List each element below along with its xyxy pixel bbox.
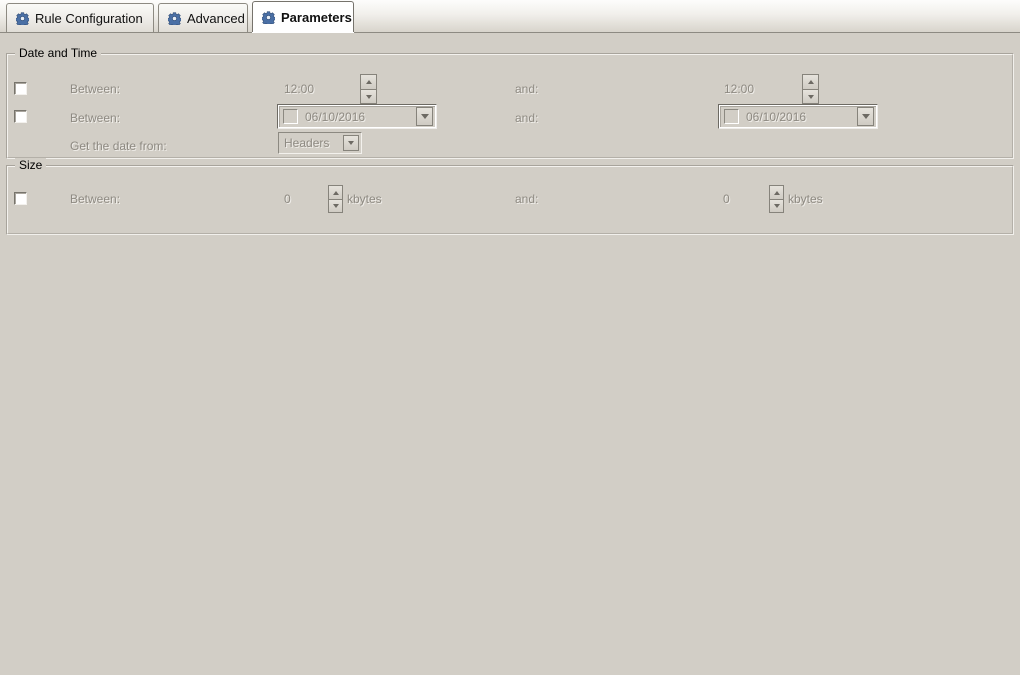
label-size-to-unit: kbytes xyxy=(788,192,823,206)
datepicker-checkbox[interactable] xyxy=(724,109,739,124)
tab-label: Advanced xyxy=(187,10,245,26)
spinner-down-button[interactable] xyxy=(328,199,343,213)
triangle-down-icon xyxy=(332,204,339,208)
spinner-up-button[interactable] xyxy=(802,74,819,89)
triangle-down-icon xyxy=(773,204,780,208)
label-size-from-unit: kbytes xyxy=(347,192,382,206)
parameters-panel: Date and Time Between: 12:00 and: 12:00 … xyxy=(0,33,1020,675)
chevron-down-icon xyxy=(348,141,354,145)
datepicker-value: 06/10/2016 xyxy=(305,109,366,124)
chevron-down-icon xyxy=(420,114,429,119)
gear-icon xyxy=(168,11,181,25)
triangle-up-icon xyxy=(807,80,814,84)
label-size-between: Between: xyxy=(70,192,121,206)
datepicker-checkbox[interactable] xyxy=(283,109,298,124)
datepicker-date-from[interactable]: 06/10/2016 xyxy=(277,104,437,129)
datepicker-dropdown-button[interactable] xyxy=(416,107,433,126)
triangle-down-icon xyxy=(807,94,814,99)
value-time-from: 12:00 xyxy=(284,82,315,96)
spinner-down-button[interactable] xyxy=(802,89,819,104)
triangle-down-icon xyxy=(365,94,372,99)
tab-label: Parameters xyxy=(281,9,352,25)
spinner-time-from[interactable] xyxy=(360,74,377,104)
datepicker-date-to[interactable]: 06/10/2016 xyxy=(718,104,878,129)
triangle-up-icon xyxy=(332,190,339,195)
spinner-size-to[interactable] xyxy=(769,185,784,213)
triangle-up-icon xyxy=(365,80,372,84)
value-time-to: 12:00 xyxy=(724,82,755,96)
tab-rule-configuration[interactable]: Rule Configuration xyxy=(6,3,154,32)
spinner-size-from[interactable] xyxy=(328,185,343,213)
label-get-date-from: Get the date from: xyxy=(70,139,167,153)
datepicker-value: 06/10/2016 xyxy=(746,109,807,124)
combobox-date-source[interactable]: Headers xyxy=(278,132,362,154)
label-date-and: and: xyxy=(515,111,539,125)
dialog-window: Rule Configuration Advanced Parameters D… xyxy=(0,0,1020,675)
combobox-dropdown-button[interactable] xyxy=(343,135,359,151)
value-size-from: 0 xyxy=(284,192,291,206)
spinner-up-button[interactable] xyxy=(769,185,784,199)
group-title-date-and-time: Date and Time xyxy=(15,46,102,60)
chevron-down-icon xyxy=(861,114,870,119)
label-size-and: and: xyxy=(515,192,539,206)
datepicker-dropdown-button[interactable] xyxy=(857,107,874,126)
spinner-down-button[interactable] xyxy=(769,199,784,213)
tab-label: Rule Configuration xyxy=(35,10,143,26)
label-time-between: Between: xyxy=(70,82,121,96)
group-size: Size Between: 0 kbytes and: 0 kbytes xyxy=(6,158,1014,235)
spinner-time-to[interactable] xyxy=(802,74,819,104)
tab-advanced[interactable]: Advanced xyxy=(158,3,248,32)
spinner-up-button[interactable] xyxy=(360,74,377,89)
value-size-to: 0 xyxy=(723,192,730,206)
tab-parameters[interactable]: Parameters xyxy=(252,1,354,32)
gear-icon xyxy=(262,10,275,24)
gear-icon xyxy=(16,11,29,25)
checkbox-date-between[interactable] xyxy=(14,110,27,123)
checkbox-time-between[interactable] xyxy=(14,82,27,95)
triangle-up-icon xyxy=(773,190,780,195)
spinner-down-button[interactable] xyxy=(360,89,377,104)
combobox-value: Headers xyxy=(284,136,330,150)
group-title-size: Size xyxy=(15,158,47,172)
spinner-up-button[interactable] xyxy=(328,185,343,199)
label-date-between: Between: xyxy=(70,111,121,125)
checkbox-size-between[interactable] xyxy=(14,192,27,205)
label-time-and: and: xyxy=(515,82,539,96)
group-date-and-time: Date and Time Between: 12:00 and: 12:00 … xyxy=(6,46,1014,159)
tab-strip: Rule Configuration Advanced Parameters xyxy=(0,0,1020,33)
